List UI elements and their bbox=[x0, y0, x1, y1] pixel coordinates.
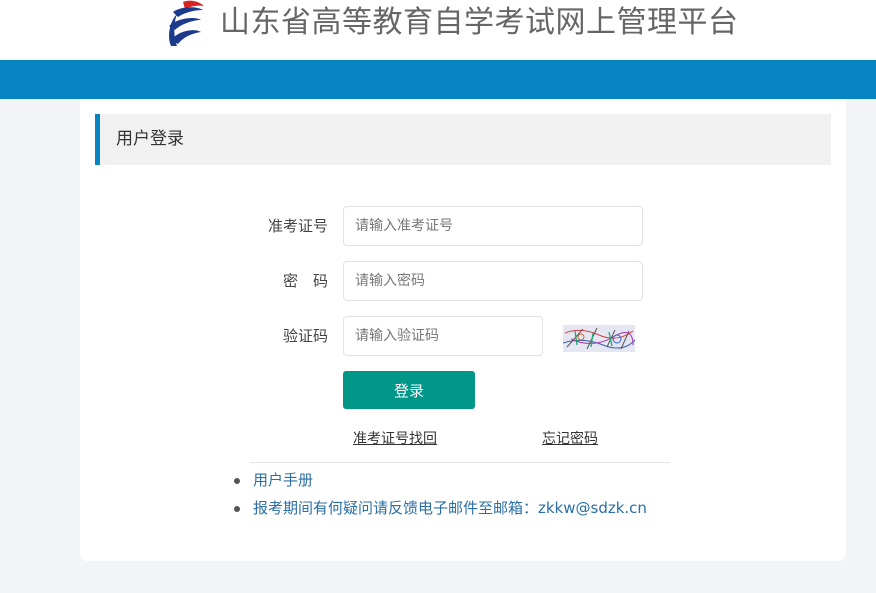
password-input[interactable] bbox=[343, 261, 643, 301]
bullet-icon bbox=[234, 478, 240, 484]
site-title: 山东省高等教育自学考试网上管理平台 bbox=[220, 5, 739, 40]
captcha-input[interactable] bbox=[343, 316, 543, 356]
password-label: 密 码 bbox=[282, 272, 328, 290]
recover-exam-id-link[interactable]: 准考证号找回 bbox=[353, 430, 437, 448]
list-item: 报考期间有何疑问请反馈电子邮件至邮箱：zkkw@sdzk.cn bbox=[234, 494, 647, 522]
contact-email-text: 报考期间有何疑问请反馈电子邮件至邮箱：zkkw@sdzk.cn bbox=[253, 499, 647, 517]
panel-title: 用户登录 bbox=[116, 129, 184, 149]
exam-id-label: 准考证号 bbox=[267, 217, 328, 235]
divider bbox=[250, 462, 670, 463]
exam-id-input[interactable] bbox=[343, 206, 643, 246]
bullet-icon bbox=[234, 506, 240, 512]
site-header: 山东省高等教育自学考试网上管理平台 bbox=[0, 0, 876, 60]
login-card: 用户登录 准考证号 密 码 验证码 登录 准考证号找回 忘记密码 用户手册 报考… bbox=[80, 99, 846, 561]
captcha-label: 验证码 bbox=[282, 327, 328, 345]
list-item: 用户手册 bbox=[234, 466, 647, 494]
forgot-password-link[interactable]: 忘记密码 bbox=[542, 430, 598, 448]
login-button[interactable]: 登录 bbox=[343, 371, 475, 409]
captcha-image[interactable] bbox=[563, 325, 635, 352]
sdzk-logo-icon bbox=[163, 0, 211, 52]
info-list: 用户手册 报考期间有何疑问请反馈电子邮件至邮箱：zkkw@sdzk.cn bbox=[234, 466, 647, 522]
user-manual-link[interactable]: 用户手册 bbox=[253, 471, 313, 489]
panel-header: 用户登录 bbox=[95, 114, 831, 165]
nav-bar bbox=[0, 60, 876, 99]
